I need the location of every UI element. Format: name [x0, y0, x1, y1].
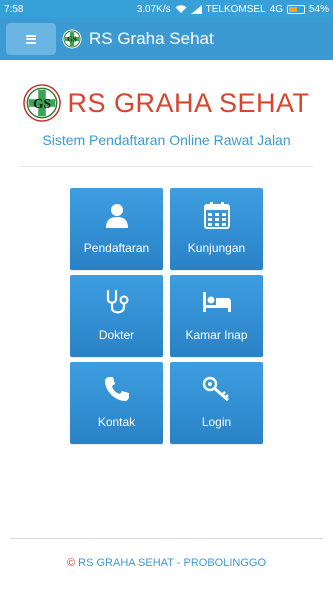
- battery-fill: [288, 6, 297, 12]
- menu-button[interactable]: [6, 23, 56, 55]
- battery-percent: 54%: [308, 3, 329, 15]
- kunjungan-button[interactable]: Kunjungan: [170, 188, 263, 270]
- app-title: RS Graha Sehat: [89, 29, 214, 48]
- phone-icon: [102, 374, 132, 404]
- app-bar: GS RS Graha Sehat: [0, 18, 333, 60]
- kunjungan-label: Kunjungan: [187, 241, 246, 255]
- page-subtitle: Sistem Pendaftaran Online Rawat Jalan: [42, 132, 291, 148]
- status-bar: 7:58 3.07K/s TELKOMSEL 4G 54%: [0, 0, 333, 18]
- wifi-icon: [175, 4, 187, 14]
- login-button[interactable]: Login: [170, 362, 263, 444]
- status-right: 3.07K/s TELKOMSEL 4G 54%: [137, 4, 329, 15]
- kontak-label: Kontak: [97, 415, 136, 429]
- app-logo-icon: GS: [62, 29, 82, 49]
- kontak-button[interactable]: Kontak: [70, 362, 163, 444]
- footer-divider: [10, 538, 323, 539]
- menu-grid: Pendaftaran Kunjungan Dokter Kamar Inap …: [70, 188, 263, 444]
- hospital-logo-icon: GS: [23, 84, 62, 122]
- dokter-button[interactable]: Dokter: [70, 275, 163, 357]
- login-label: Login: [201, 415, 232, 429]
- carrier-name: TELKOMSEL: [205, 3, 266, 15]
- stethoscope-icon: [102, 287, 132, 317]
- brand-header: GS RS GRAHA SEHAT: [0, 84, 333, 122]
- user-icon: [102, 200, 132, 230]
- network-speed: 3.07K/s: [136, 3, 171, 15]
- pendaftaran-label: Pendaftaran: [83, 241, 150, 255]
- footer-text: RS GRAHA SEHAT - PROBOLINGGO: [78, 557, 267, 569]
- key-icon: [202, 374, 232, 404]
- footer: © RS GRAHA SEHAT - PROBOLINGGO: [0, 557, 333, 569]
- svg-text:GS: GS: [67, 36, 76, 44]
- calendar-icon: [202, 200, 232, 230]
- signal-icon: [190, 4, 202, 14]
- battery-icon: [286, 4, 305, 14]
- status-time: 7:58: [4, 3, 24, 15]
- hamburger-icon: [26, 34, 36, 44]
- network-type: 4G: [269, 3, 283, 15]
- kamar-inap-label: Kamar Inap: [185, 328, 248, 342]
- dokter-label: Dokter: [98, 328, 135, 342]
- pendaftaran-button[interactable]: Pendaftaran: [70, 188, 163, 270]
- svg-text:GS: GS: [34, 96, 52, 111]
- copyright-symbol: ©: [66, 557, 76, 569]
- bed-icon: [202, 287, 232, 317]
- divider: [20, 166, 313, 167]
- page-title: RS GRAHA SEHAT: [67, 87, 310, 118]
- kamar-inap-button[interactable]: Kamar Inap: [170, 275, 263, 357]
